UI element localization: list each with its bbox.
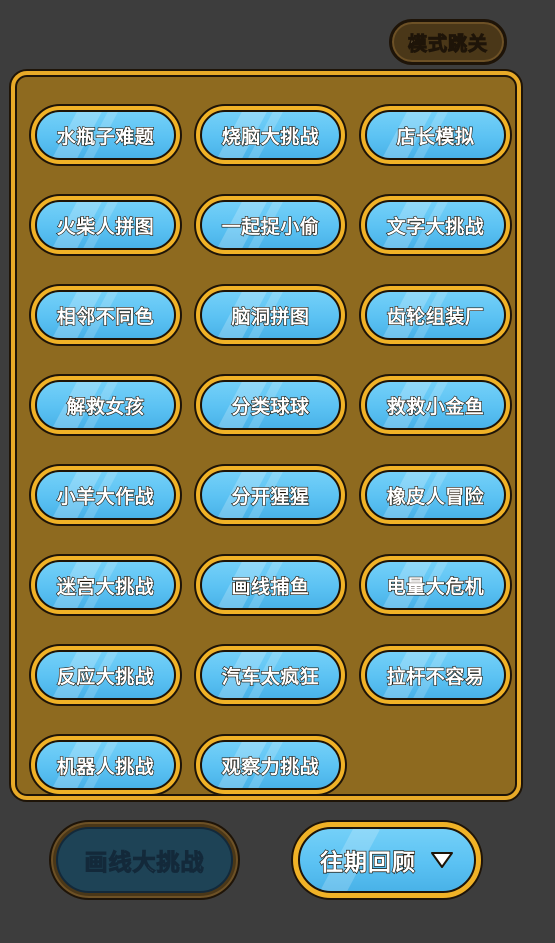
game-button[interactable]: 电量大危机 [359,554,512,616]
game-button-pill: 小羊大作战 [35,470,176,520]
chevron-down-icon [431,852,453,868]
game-button-label: 小羊大作战 [56,485,155,508]
game-button-pill: 橡皮人冒险 [365,470,506,520]
game-button-pill: 救救小金鱼 [365,380,506,430]
game-button[interactable]: 解救女孩 [29,374,182,436]
game-button-label: 电量大危机 [386,575,485,598]
game-button-pill: 烧脑大挑战 [200,110,341,160]
game-button-label: 分开猩猩 [231,485,310,508]
game-grid: 水瓶子难题 烧脑大挑战 店长模拟 火柴人拼图 一起捉小偷 文字大挑战 相邻不同色… [29,104,512,796]
game-button-pill: 分开猩猩 [200,470,341,520]
game-button-label: 救救小金鱼 [386,395,485,418]
game-button[interactable]: 小羊大作战 [29,464,182,526]
game-list-panel-inner: 水瓶子难题 烧脑大挑战 店长模拟 火柴人拼图 一起捉小偷 文字大挑战 相邻不同色… [15,75,517,796]
game-button[interactable]: 水瓶子难题 [29,104,182,166]
game-button-label: 拉杆不容易 [386,665,485,688]
game-button[interactable]: 店长模拟 [359,104,512,166]
mode-skip-label: 模式跳关 [407,32,488,55]
game-button-pill: 水瓶子难题 [35,110,176,160]
game-list-panel: 水瓶子难题 烧脑大挑战 店长模拟 火柴人拼图 一起捉小偷 文字大挑战 相邻不同色… [9,69,523,802]
game-button-pill: 观察力挑战 [200,740,341,790]
game-button-pill: 电量大危机 [365,560,506,610]
game-button-pill: 文字大挑战 [365,200,506,250]
game-button[interactable]: 橡皮人冒险 [359,464,512,526]
game-button-pill: 火柴人拼图 [35,200,176,250]
game-button-label: 机器人挑战 [56,755,155,778]
game-button-pill: 解救女孩 [35,380,176,430]
game-button[interactable]: 拉杆不容易 [359,644,512,706]
game-button[interactable]: 机器人挑战 [29,734,182,796]
game-button-label: 观察力挑战 [221,755,320,778]
game-button-pill: 脑洞拼图 [200,290,341,340]
game-button[interactable]: 烧脑大挑战 [194,104,347,166]
mode-skip-button[interactable]: 模式跳关 [389,19,507,65]
game-button-pill: 画线捕鱼 [200,560,341,610]
draw-challenge-pill: 画线大挑战 [56,827,233,893]
game-button-label: 齿轮组装厂 [386,305,485,328]
history-review-label: 往期回顾 [319,849,416,876]
game-button-label: 脑洞拼图 [231,305,310,328]
game-button[interactable]: 脑洞拼图 [194,284,347,346]
game-button-pill: 迷宫大挑战 [35,560,176,610]
game-button-label: 解救女孩 [66,395,145,418]
draw-challenge-label: 画线大挑战 [84,850,205,877]
game-button-pill: 一起捉小偷 [200,200,341,250]
game-button-pill: 店长模拟 [365,110,506,160]
game-button-label: 画线捕鱼 [231,575,310,598]
game-button-label: 迷宫大挑战 [56,575,155,598]
game-button-label: 汽车太疯狂 [221,665,320,688]
game-button[interactable]: 观察力挑战 [194,734,347,796]
game-button-pill: 分类球球 [200,380,341,430]
game-button-label: 橡皮人冒险 [386,485,485,508]
history-review-button[interactable]: 往期回顾 [291,820,483,900]
game-button-label: 一起捉小偷 [221,215,320,238]
game-button-label: 分类球球 [231,395,310,418]
game-button-label: 水瓶子难题 [56,125,155,148]
game-button[interactable]: 画线捕鱼 [194,554,347,616]
game-button[interactable]: 分开猩猩 [194,464,347,526]
game-button[interactable]: 齿轮组装厂 [359,284,512,346]
game-button[interactable]: 分类球球 [194,374,347,436]
game-button-label: 火柴人拼图 [56,215,155,238]
game-button-pill: 拉杆不容易 [365,650,506,700]
game-button-pill: 反应大挑战 [35,650,176,700]
game-button-label: 店长模拟 [396,125,475,148]
game-button-pill: 汽车太疯狂 [200,650,341,700]
game-button-pill: 机器人挑战 [35,740,176,790]
game-button-pill: 齿轮组装厂 [365,290,506,340]
game-button[interactable]: 汽车太疯狂 [194,644,347,706]
game-button-label: 烧脑大挑战 [221,125,320,148]
game-button-label: 文字大挑战 [386,215,485,238]
game-button-label: 相邻不同色 [56,305,155,328]
game-button[interactable]: 文字大挑战 [359,194,512,256]
game-button[interactable]: 反应大挑战 [29,644,182,706]
game-button[interactable]: 救救小金鱼 [359,374,512,436]
game-button[interactable]: 相邻不同色 [29,284,182,346]
game-button-label: 反应大挑战 [56,665,155,688]
game-button[interactable]: 迷宫大挑战 [29,554,182,616]
game-button[interactable]: 火柴人拼图 [29,194,182,256]
history-review-pill: 往期回顾 [298,827,476,893]
game-button-pill: 相邻不同色 [35,290,176,340]
draw-challenge-button[interactable]: 画线大挑战 [49,820,240,900]
game-button[interactable]: 一起捉小偷 [194,194,347,256]
